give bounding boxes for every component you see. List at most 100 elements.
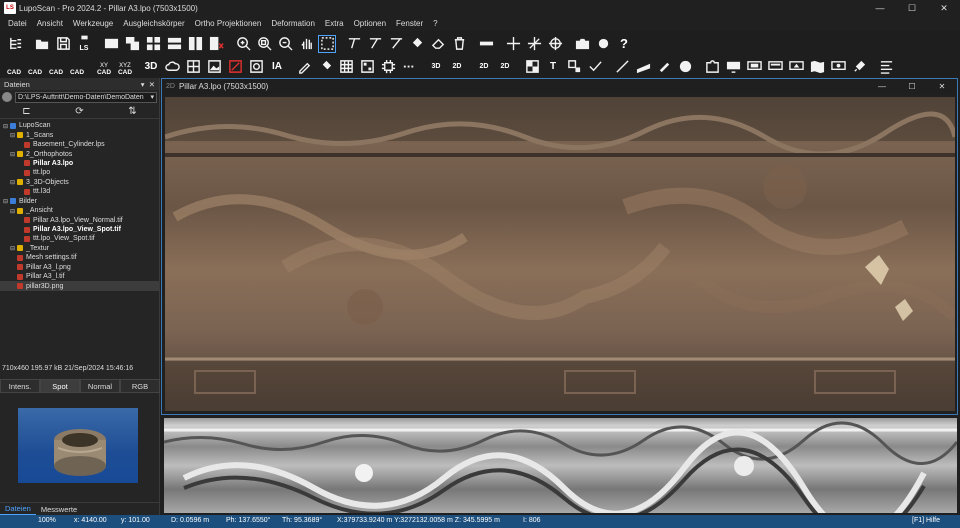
tile-vertical-icon[interactable] — [186, 35, 204, 53]
close-button[interactable]: ✕ — [928, 0, 960, 16]
eraser-icon[interactable] — [429, 35, 447, 53]
puzzle-icon[interactable] — [703, 58, 721, 76]
expander-icon[interactable] — [10, 255, 17, 261]
image-remove-icon[interactable] — [226, 58, 244, 76]
maximize-button[interactable]: ☐ — [896, 0, 928, 16]
tree-item[interactable]: Pillar A3_l.png — [0, 263, 159, 272]
menu-werkzeuge[interactable]: Werkzeuge — [68, 19, 118, 28]
refresh-icon[interactable]: ⟳ — [75, 106, 83, 117]
to-2d-button[interactable]: 2D — [448, 58, 466, 76]
cad-xy-button[interactable]: XY CAD — [94, 57, 114, 77]
expander-icon[interactable]: ⊟ — [3, 198, 10, 205]
ruler-icon[interactable] — [477, 35, 495, 53]
list-settings-icon[interactable] — [877, 58, 895, 76]
cascade-windows-icon[interactable] — [123, 35, 141, 53]
2d-z-button[interactable]: 2D — [475, 58, 493, 76]
tree-item[interactable]: Pillar A3.lpo — [0, 159, 159, 168]
menu-optionen[interactable]: Optionen — [349, 19, 391, 28]
menu-fenster[interactable]: Fenster — [391, 19, 428, 28]
checker-icon[interactable] — [523, 58, 541, 76]
luposcan-file-icon[interactable]: LS — [75, 35, 93, 53]
expander-icon[interactable] — [10, 283, 17, 289]
section-line-icon[interactable] — [345, 35, 363, 53]
line-icon[interactable] — [613, 58, 631, 76]
menu-help[interactable]: ? — [428, 19, 442, 28]
filter-icon[interactable] — [358, 58, 376, 76]
pan-hand-icon[interactable] — [297, 35, 315, 53]
tree-item[interactable]: ttt.l3d — [0, 187, 159, 196]
text-tool-button[interactable]: T — [544, 58, 562, 76]
menu-ansicht[interactable]: Ansicht — [32, 19, 68, 28]
expander-icon[interactable] — [17, 189, 24, 195]
minimize-button[interactable]: — — [864, 0, 896, 16]
tile-horizontal-icon[interactable] — [165, 35, 183, 53]
expander-icon[interactable]: ⊟ — [10, 208, 17, 215]
tree-item[interactable]: ⊟ _Textur — [0, 244, 159, 253]
tree-item[interactable]: Pillar A3.lpo_View_Spot.tif — [0, 225, 159, 234]
cad-export-2-button[interactable]: CAD — [25, 57, 45, 77]
expander-icon[interactable] — [17, 142, 24, 148]
pen-icon[interactable] — [295, 58, 313, 76]
marker-icon[interactable] — [655, 58, 673, 76]
sort-icon[interactable]: ⇅ — [128, 106, 136, 117]
tree-item[interactable]: ttt.lpo_View_Spot.tif — [0, 234, 159, 243]
tree-view-icon[interactable]: ⊏ — [22, 106, 30, 117]
crosshair-diagonal-icon[interactable] — [525, 35, 543, 53]
expander-icon[interactable]: ⊟ — [10, 132, 17, 139]
raster-icon[interactable] — [337, 58, 355, 76]
to-3d-button[interactable]: 3D — [427, 58, 445, 76]
selection-rectangle-icon[interactable] — [318, 34, 336, 53]
menu-deformation[interactable]: Deformation — [266, 19, 320, 28]
expander-icon[interactable]: ⊟ — [10, 179, 17, 186]
tree-item[interactable]: Mesh settings.tif — [0, 253, 159, 262]
tree-item[interactable]: Pillar A3_l.tif — [0, 272, 159, 281]
zoom-fit-icon[interactable] — [255, 35, 273, 53]
section-line-3-icon[interactable] — [387, 35, 405, 53]
doc-minimize-button[interactable]: — — [867, 79, 897, 94]
symbol-icon[interactable] — [565, 58, 583, 76]
panel-close-icon[interactable]: ✕ — [149, 80, 155, 89]
circle-target-icon[interactable] — [676, 58, 694, 76]
zoom-out-icon[interactable] — [276, 35, 294, 53]
tree-list-icon[interactable] — [6, 35, 24, 53]
expander-icon[interactable]: ⊟ — [10, 151, 17, 158]
cloud-icon[interactable] — [163, 58, 181, 76]
tree-item[interactable]: ttt.lpo — [0, 168, 159, 177]
section-line-2-icon[interactable] — [366, 35, 384, 53]
expander-icon[interactable]: ⊟ — [10, 245, 17, 252]
brush-icon[interactable] — [316, 58, 334, 76]
mode-tab-spot[interactable]: Spot — [40, 379, 80, 393]
panel-pin-icon[interactable]: ▾ — [141, 80, 145, 89]
delete-icon[interactable] — [450, 35, 468, 53]
paint-icon[interactable] — [850, 58, 868, 76]
cad-export-1-button[interactable]: CAD — [4, 57, 24, 77]
cad-export-3-button[interactable]: CAD — [46, 57, 66, 77]
gear-icon[interactable] — [594, 35, 612, 53]
open-folder-icon[interactable] — [33, 35, 51, 53]
orthophoto-canvas[interactable] — [165, 97, 955, 411]
expander-icon[interactable] — [17, 170, 24, 176]
menu-ausgleichskoerper[interactable]: Ausgleichskörper — [118, 19, 189, 28]
cad-xyz-button[interactable]: XYZ CAD — [115, 57, 135, 77]
tree-item[interactable]: pillar3D.png — [0, 281, 159, 291]
mode-tab-intens[interactable]: Intens. — [0, 379, 40, 393]
expander-icon[interactable] — [17, 227, 24, 233]
fill-bucket-icon[interactable] — [408, 35, 426, 53]
expander-icon[interactable] — [10, 274, 17, 280]
status-help[interactable]: [F1] Hilfe — [912, 517, 940, 524]
zoom-in-icon[interactable] — [234, 35, 252, 53]
doc-close-button[interactable]: ✕ — [927, 79, 957, 94]
2d-info-button[interactable]: 2D — [496, 58, 514, 76]
tree-item[interactable]: ⊟ 3_3D-Objects — [0, 178, 159, 187]
tab-messwerte[interactable]: Messwerte — [36, 503, 82, 515]
save-icon[interactable] — [54, 35, 72, 53]
image-adjust-icon[interactable] — [247, 58, 265, 76]
camera-icon[interactable] — [573, 35, 591, 53]
tree-item[interactable]: ⊟ LupoScan — [0, 121, 159, 130]
map-icon[interactable] — [808, 58, 826, 76]
expander-icon[interactable] — [17, 217, 24, 223]
close-all-windows-icon[interactable] — [207, 35, 225, 53]
view-3d-button[interactable]: 3D — [142, 58, 160, 76]
image-edit-icon[interactable] — [205, 58, 223, 76]
target-icon[interactable] — [546, 35, 564, 53]
